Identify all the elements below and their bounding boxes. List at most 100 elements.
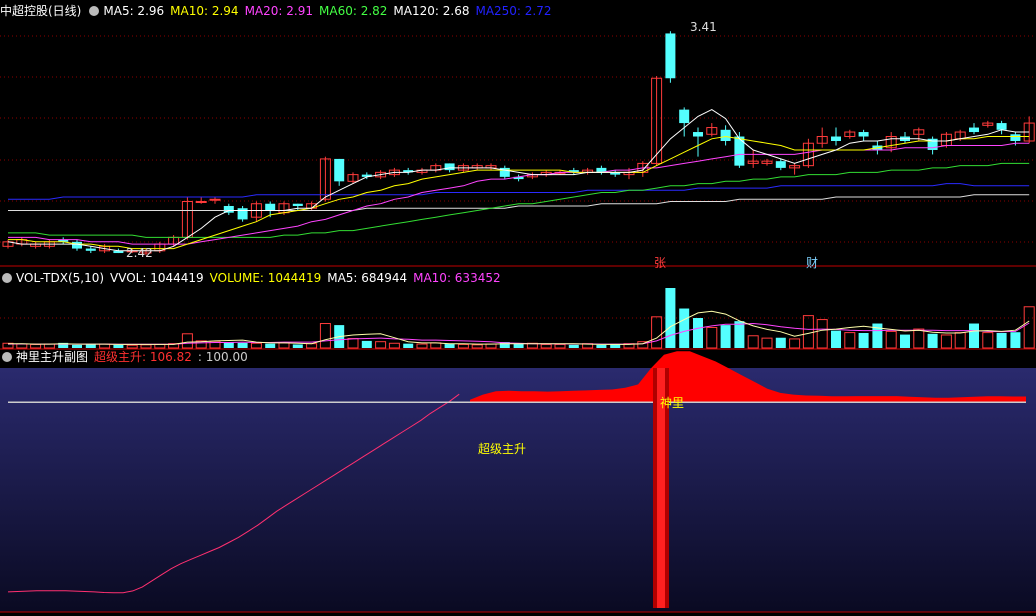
ma60-line <box>8 162 1030 238</box>
volume-bar-up <box>554 343 566 349</box>
volume-bar-up <box>430 342 442 349</box>
volume-bar-up <box>747 335 759 349</box>
candle-up <box>209 198 221 201</box>
candle-down <box>265 203 276 211</box>
volume-bar-down <box>969 323 979 348</box>
volume-bar-up <box>471 344 483 349</box>
vvol-readout: VVOL: 1044419 <box>110 271 204 285</box>
zhang-marker[interactable]: 张 <box>654 254 666 271</box>
vol-ma10-readout: MA10: 633452 <box>413 271 501 285</box>
candle-down <box>292 203 303 206</box>
ma20-line <box>8 142 1030 245</box>
volume-bar-down <box>361 340 372 348</box>
vol-ma5-readout: MA5: 684944 <box>327 271 408 285</box>
volume-bar-up <box>388 342 400 349</box>
volume-bar-down <box>927 333 938 348</box>
main-title: 中超控股(日线) <box>0 4 82 18</box>
candle-down <box>693 132 703 137</box>
volume-bar-up <box>816 319 828 349</box>
indicator-background <box>0 368 1036 612</box>
settings-circle-icon[interactable] <box>2 351 12 362</box>
volume-bar-up <box>485 343 497 349</box>
shenli-label: 神里 <box>660 396 685 410</box>
volume-bar-up <box>802 315 814 349</box>
volume-bar-up <box>954 332 966 349</box>
volume-bar-down <box>720 325 731 348</box>
volume-bar-up <box>761 337 773 349</box>
volume-bar-down <box>265 343 276 348</box>
volume-bar-up <box>1023 306 1035 349</box>
volume-bar-down <box>513 343 524 348</box>
candle-down <box>734 136 745 166</box>
volume-bar-down <box>679 308 690 348</box>
volume-bar-up <box>319 323 331 349</box>
volume-bar-down <box>403 343 414 348</box>
low-price-label: 2.42 <box>126 246 153 260</box>
stock-chart-window: 中超控股(日线) MA5: 2.96 MA10: 2.94 MA20: 2.91 MA6… <box>0 0 1036 616</box>
indicator-panel-header: 神里主升副图 超级主升: 106.82 : 100.00 <box>0 348 254 366</box>
volume-bar-down <box>444 344 455 348</box>
candle-down <box>334 158 345 182</box>
volume-bar-up <box>278 342 290 349</box>
volume-bar-down <box>1010 332 1021 348</box>
volume-bar-down <box>292 344 303 348</box>
volume-readout: VOLUME: 1044419 <box>209 271 322 285</box>
volume-bar-up <box>844 332 856 349</box>
volume-bar-down <box>900 334 910 348</box>
candle-down <box>775 161 786 168</box>
volume-bar-up <box>375 341 387 349</box>
volume-bar-down <box>775 337 786 348</box>
ma20-readout: MA20: 2.91 <box>244 4 313 18</box>
volume-bar-up <box>982 332 994 349</box>
settings-circle-icon[interactable] <box>2 272 12 283</box>
indicator-title: 神里主升副图 <box>16 350 89 364</box>
volume-bar-up <box>306 343 318 349</box>
volume-bar-down <box>831 330 841 348</box>
candle-down <box>85 248 96 251</box>
super-rise-readout: 超级主升: 106.82 <box>94 350 192 364</box>
volume-bar-up <box>789 338 801 349</box>
candle-down <box>444 163 455 171</box>
candle-down <box>996 123 1007 130</box>
volume-bar-up <box>940 334 952 349</box>
volume-bar-down <box>734 321 745 348</box>
ma10-readout: MA10: 2.94 <box>170 4 239 18</box>
volume-bar-down <box>610 344 621 348</box>
candle-down <box>969 127 979 133</box>
chart-svg <box>0 31 1036 613</box>
base-readout: : 100.00 <box>197 350 248 364</box>
vol-title: VOL-TDX(5,10) <box>16 271 105 285</box>
ma120-readout: MA120: 2.68 <box>393 4 470 18</box>
ma60-readout: MA60: 2.82 <box>319 4 388 18</box>
volume-bar-up <box>706 326 718 349</box>
ma250-readout: MA250: 2.72 <box>475 4 552 18</box>
candle-down <box>1010 134 1021 141</box>
volume-bar-up <box>913 328 925 349</box>
super-rise-label: 超级主升 <box>478 442 527 456</box>
volume-bar-up <box>540 343 552 349</box>
volume-bar-down <box>568 344 579 348</box>
ma5-readout: MA5: 2.96 <box>103 4 165 18</box>
volume-panel-header: VOL-TDX(5,10) VVOL: 1044419 VOLUME: 104441… <box>0 269 507 287</box>
volume-bar-up <box>651 316 663 349</box>
volume-bar-down <box>596 344 607 348</box>
candle-down <box>831 136 841 141</box>
volume-bar-up <box>181 333 193 349</box>
volume-bar-up <box>416 343 428 349</box>
volume-bar-down <box>858 333 869 348</box>
high-price-label: 3.41 <box>690 20 717 34</box>
candle-down <box>858 132 869 137</box>
volume-bar-up <box>885 330 897 349</box>
candle-down <box>72 241 82 249</box>
volume-bar-down <box>996 333 1007 348</box>
cai-marker[interactable]: 财 <box>806 254 818 271</box>
candle-down <box>679 109 690 124</box>
candle-down <box>665 33 676 79</box>
volume-bar-down <box>693 318 703 348</box>
main-panel-header: 中超控股(日线) MA5: 2.96 MA10: 2.94 MA20: 2.91 MA6… <box>0 2 558 20</box>
candle-up <box>195 201 207 203</box>
candle-down <box>237 208 248 220</box>
volume-bar-up <box>347 338 359 349</box>
volume-bar-up <box>457 343 469 349</box>
settings-circle-icon[interactable] <box>89 5 100 16</box>
